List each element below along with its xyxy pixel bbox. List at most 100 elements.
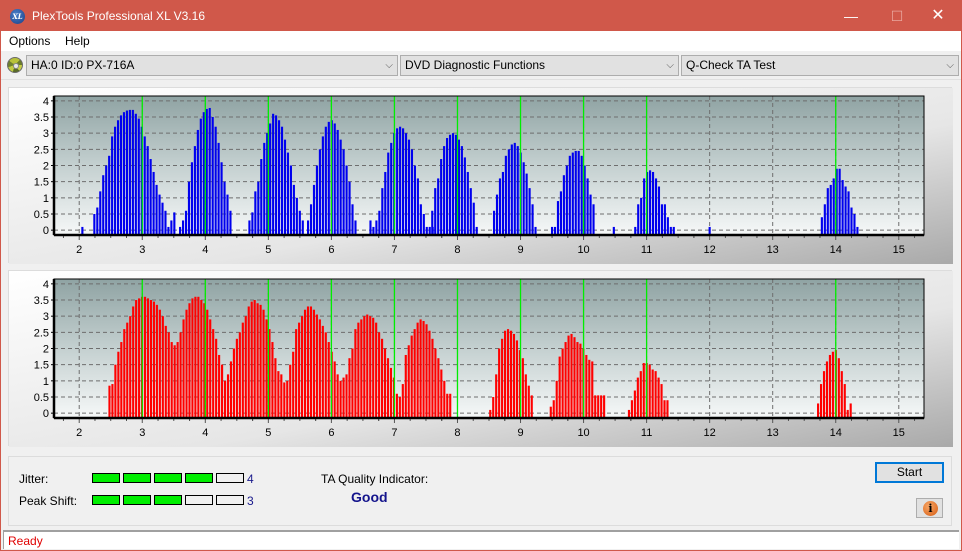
y-tick-label: 2 <box>43 344 49 356</box>
bar <box>274 358 277 418</box>
bar <box>649 170 652 235</box>
jitter-meter <box>92 473 244 483</box>
bar <box>277 371 280 418</box>
bar <box>501 338 504 418</box>
bar <box>531 204 534 235</box>
bar <box>197 296 200 418</box>
bar <box>289 165 292 235</box>
bar <box>509 330 513 418</box>
land-ta-chart: 0 0.5 1 1.5 2 2.5 3 3.5 4 2 3 4 5 6 7 8 9 10 11 12 13 14 15 <box>9 88 953 264</box>
bar <box>114 126 117 235</box>
bar <box>212 329 215 418</box>
bar <box>295 197 298 235</box>
bar <box>443 146 446 235</box>
bar <box>132 306 135 418</box>
bar <box>841 180 844 235</box>
bar <box>643 178 646 235</box>
bar <box>463 157 466 235</box>
bar <box>327 342 330 418</box>
bar <box>303 309 307 418</box>
bar <box>586 178 589 235</box>
bar <box>280 126 284 235</box>
bar <box>196 129 199 235</box>
x-tick-label: 9 <box>517 244 523 256</box>
bar <box>498 348 501 418</box>
bar <box>146 146 149 235</box>
start-button[interactable]: Start <box>875 462 944 483</box>
bar <box>318 319 321 418</box>
bar <box>457 139 460 235</box>
bar <box>387 152 390 235</box>
info-button[interactable]: i <box>916 498 943 518</box>
bar <box>129 316 132 418</box>
chevron-down-icon: ⌵ <box>385 60 393 71</box>
maximize-button[interactable]: ☐ <box>874 1 920 31</box>
jitter-label: Jitter: <box>19 472 49 486</box>
bar <box>820 217 823 235</box>
function-group-select[interactable]: DVD Diagnostic Functions ⌵ <box>400 55 679 76</box>
y-tick-label: 2.5 <box>34 144 49 156</box>
bar <box>117 351 120 418</box>
bar <box>324 126 327 235</box>
bar <box>283 382 286 418</box>
bar <box>301 316 304 418</box>
menu-help[interactable]: Help <box>65 34 90 48</box>
bar <box>460 146 463 235</box>
bar <box>381 338 384 418</box>
land-chart-panel: 0 0.5 1 1.5 2 2.5 3 3.5 4 2 3 4 5 6 7 8 9 10 11 12 13 14 15 <box>8 87 953 264</box>
bar <box>102 175 105 235</box>
bar <box>570 333 573 418</box>
bar <box>449 393 452 418</box>
x-tick-label: 11 <box>641 427 652 439</box>
x-tick-label: 4 <box>202 244 208 256</box>
bar <box>120 342 123 418</box>
bar <box>419 204 422 235</box>
bar <box>119 115 123 235</box>
bar <box>817 403 820 418</box>
peak-shift-segment <box>216 495 244 505</box>
bar <box>360 319 363 418</box>
bar <box>434 348 437 418</box>
toolbar: HA:0 ID:0 PX-716A ⌵ DVD Diagnostic Funct… <box>1 51 961 80</box>
status-text: Ready <box>8 534 43 548</box>
bar <box>838 168 841 235</box>
bar <box>594 395 597 418</box>
bar <box>562 175 565 235</box>
bar <box>289 364 292 418</box>
bar <box>324 332 327 418</box>
bar <box>111 136 114 235</box>
bar <box>428 330 431 418</box>
bar <box>188 303 191 418</box>
bar <box>161 316 164 418</box>
x-tick-label: 15 <box>893 244 905 256</box>
bar <box>831 351 834 418</box>
bar <box>844 186 847 235</box>
bar <box>513 142 516 235</box>
bar <box>167 332 170 418</box>
bar <box>206 309 209 418</box>
drive-select[interactable]: HA:0 ID:0 PX-716A ⌵ <box>26 55 398 76</box>
x-tick-label: 2 <box>76 427 82 439</box>
close-button[interactable]: ✕ <box>915 1 961 31</box>
bar <box>248 220 251 235</box>
bar <box>161 202 164 235</box>
bar <box>122 112 126 235</box>
bar <box>527 385 530 418</box>
bar <box>398 396 401 418</box>
bar <box>354 220 357 235</box>
bar <box>568 155 571 235</box>
bar <box>315 314 318 418</box>
y-tick-label: 1 <box>43 376 49 388</box>
bar <box>306 220 310 235</box>
test-select[interactable]: Q-Check TA Test ⌵ <box>681 55 959 76</box>
bar <box>369 316 372 418</box>
minimize-button[interactable]: — <box>828 1 874 31</box>
menu-options[interactable]: Options <box>9 34 50 48</box>
title-bar[interactable]: XL PlexTools Professional XL V3.16 — ☐ ✕ <box>1 1 961 31</box>
bar <box>574 150 577 235</box>
bar <box>446 393 449 418</box>
bar <box>149 300 153 418</box>
bar <box>250 301 253 418</box>
peak-shift-segment <box>92 495 120 505</box>
x-tick-label: 8 <box>454 244 460 256</box>
